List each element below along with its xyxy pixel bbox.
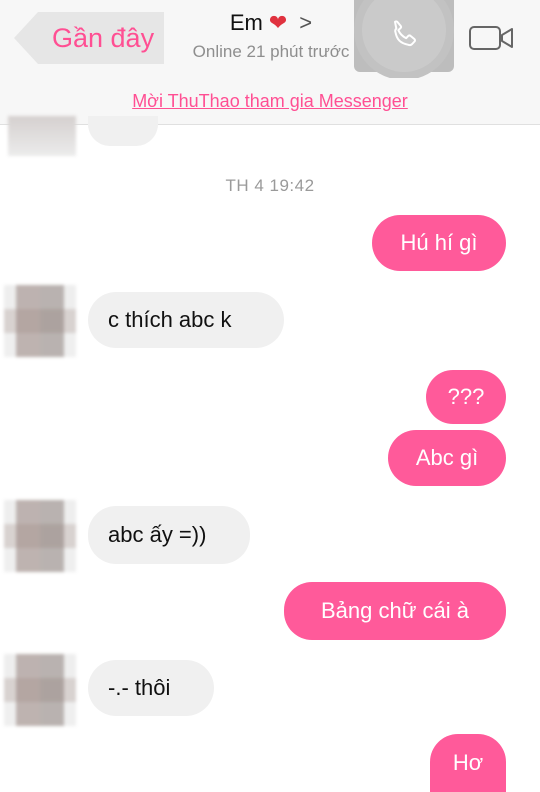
heart-icon: ❤ xyxy=(268,10,288,35)
partial-message-bubble xyxy=(88,116,158,146)
back-button-label: Gần đây xyxy=(52,22,155,53)
video-camera-icon[interactable] xyxy=(468,22,516,54)
message-text: abc ấy =)) xyxy=(108,522,207,547)
chevron-right-icon: > xyxy=(299,10,313,35)
call-button[interactable] xyxy=(354,0,454,72)
avatar xyxy=(4,500,76,572)
conversation-header: Gần đây Em ❤ > Online 21 phút trước xyxy=(0,0,540,79)
message-timestamp: TH 4 19:42 xyxy=(225,176,315,195)
message-text: ??? xyxy=(447,384,485,409)
avatar xyxy=(4,654,76,726)
phone-icon xyxy=(394,20,416,47)
message-text: -.- thôi xyxy=(108,675,171,700)
avatar xyxy=(4,285,76,357)
invite-link[interactable]: Mời ThuThao tham gia Messenger xyxy=(0,78,540,125)
message-bubble-outgoing[interactable]: ??? xyxy=(426,370,506,424)
online-status: Online 21 phút trước xyxy=(192,42,350,61)
avatar xyxy=(8,116,76,156)
message-text: Hơ xyxy=(452,750,484,775)
message-text: Hú hí gì xyxy=(400,230,478,255)
contact-title[interactable]: Em ❤ > Online 21 phút trước xyxy=(176,10,366,62)
message-bubble-outgoing[interactable]: Bảng chữ cái à xyxy=(284,582,506,640)
message-bubble-incoming[interactable]: c thích abc k xyxy=(88,292,284,348)
contact-name: Em xyxy=(229,10,263,35)
message-text: Abc gì xyxy=(415,445,479,470)
back-button[interactable]: Gần đây xyxy=(14,12,164,64)
message-bubble-incoming[interactable]: abc ấy =)) xyxy=(88,506,250,564)
message-bubble-outgoing[interactable]: Abc gì xyxy=(388,430,506,486)
message-text: Bảng chữ cái à xyxy=(320,598,470,623)
message-bubble-incoming[interactable]: -.- thôi xyxy=(88,660,214,716)
message-bubble-outgoing[interactable]: Hơ xyxy=(430,734,506,792)
message-text: c thích abc k xyxy=(108,307,232,332)
message-bubble-outgoing[interactable]: Hú hí gì xyxy=(372,215,506,271)
